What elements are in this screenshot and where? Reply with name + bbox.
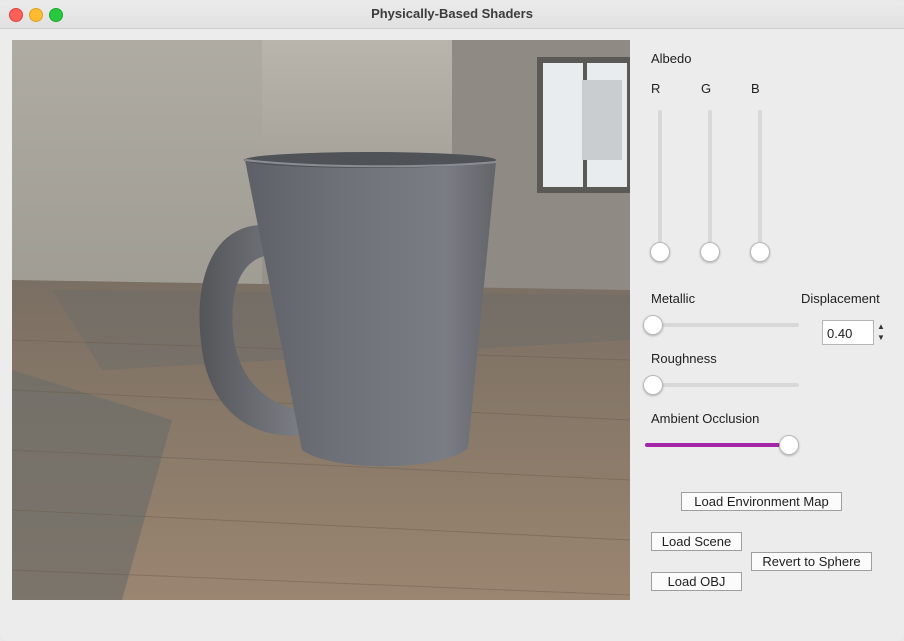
- metallic-slider[interactable]: [645, 323, 799, 327]
- title-bar: Physically-Based Shaders: [0, 0, 904, 29]
- load-scene-button[interactable]: Load Scene: [651, 532, 742, 551]
- albedo-r-label: R: [651, 81, 661, 96]
- roughness-slider[interactable]: [645, 383, 799, 387]
- roughness-slider-handle[interactable]: [643, 375, 663, 395]
- albedo-label: Albedo: [651, 51, 692, 66]
- load-environment-map-button[interactable]: Load Environment Map: [681, 492, 842, 511]
- ambient-occlusion-label: Ambient Occlusion: [651, 411, 760, 426]
- albedo-g-slider[interactable]: [708, 110, 712, 260]
- albedo-r-slider[interactable]: [658, 110, 662, 260]
- rendered-scene: [12, 40, 630, 600]
- revert-to-sphere-button[interactable]: Revert to Sphere: [751, 552, 872, 571]
- window-title: Physically-Based Shaders: [371, 6, 533, 21]
- metallic-label: Metallic: [651, 291, 696, 306]
- roughness-label: Roughness: [651, 351, 717, 366]
- metallic-slider-handle[interactable]: [643, 315, 663, 335]
- chevron-up-icon[interactable]: ▲: [875, 321, 887, 332]
- albedo-g-slider-handle[interactable]: [700, 242, 720, 262]
- ambient-occlusion-slider-handle[interactable]: [779, 435, 799, 455]
- app-window: Physically-Based Shaders Albedo R G B Me…: [0, 0, 904, 641]
- ambient-occlusion-slider-fill: [645, 443, 789, 447]
- load-obj-button[interactable]: Load OBJ: [651, 572, 742, 591]
- albedo-b-label: B: [751, 81, 760, 96]
- displacement-spinbox[interactable]: 0.40: [822, 320, 874, 345]
- albedo-r-slider-handle[interactable]: [650, 242, 670, 262]
- albedo-b-slider[interactable]: [758, 110, 762, 260]
- chevron-down-icon[interactable]: ▼: [875, 332, 887, 343]
- albedo-b-slider-handle[interactable]: [750, 242, 770, 262]
- displacement-stepper[interactable]: ▲ ▼: [875, 321, 887, 343]
- displacement-label: Displacement: [801, 291, 880, 306]
- render-viewport[interactable]: [12, 40, 630, 600]
- albedo-g-label: G: [701, 81, 712, 96]
